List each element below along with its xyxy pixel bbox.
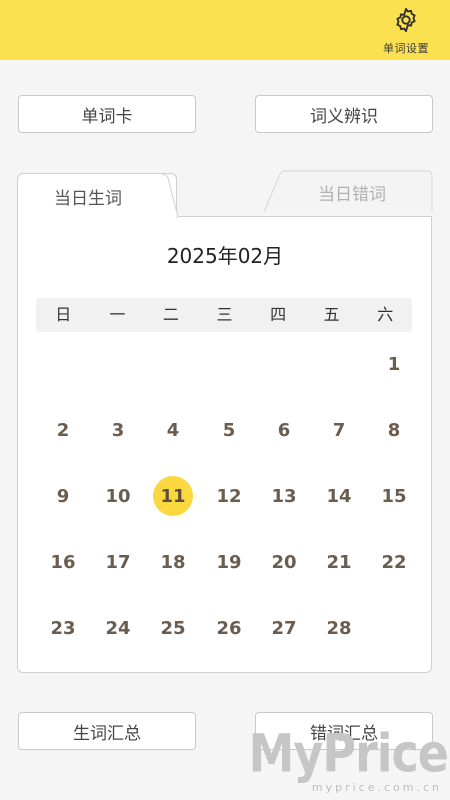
- month-title: 2025年02月: [166, 244, 284, 268]
- weekday-label: 五: [323, 305, 340, 324]
- meaning-identify-button[interactable]: 词义辨识: [255, 95, 433, 133]
- calendar-day[interactable]: 19: [209, 542, 249, 582]
- tab-active-slant: [160, 173, 179, 218]
- weekday-header: 日 一 二 三 四 五 六: [36, 298, 412, 332]
- calendar-day-selected[interactable]: 11: [153, 476, 193, 516]
- calendar-day[interactable]: 28: [319, 608, 359, 648]
- calendar-day[interactable]: 4: [153, 410, 193, 450]
- watermark-brand: MyPrice: [248, 722, 449, 785]
- calendar-day[interactable]: 15: [374, 476, 414, 516]
- top-bar: 单词设置: [0, 0, 450, 60]
- calendar-day[interactable]: 10: [98, 476, 138, 516]
- tab-daily-wrong-words[interactable]: 当日错词: [272, 172, 432, 212]
- calendar-day[interactable]: 6: [264, 410, 304, 450]
- new-words-summary-button[interactable]: 生词汇总: [18, 712, 196, 750]
- calendar-day[interactable]: 24: [98, 608, 138, 648]
- calendar-day[interactable]: 27: [264, 608, 304, 648]
- calendar-day[interactable]: 22: [374, 542, 414, 582]
- calendar-day[interactable]: 2: [43, 410, 83, 450]
- word-settings-button[interactable]: 单词设置: [376, 4, 436, 56]
- calendar-day[interactable]: 21: [319, 542, 359, 582]
- calendar-day[interactable]: 18: [153, 542, 193, 582]
- word-card-button[interactable]: 单词卡: [18, 95, 196, 133]
- weekday-label: 四: [270, 305, 287, 324]
- calendar-day[interactable]: 13: [264, 476, 304, 516]
- weekday-label: 六: [377, 305, 394, 324]
- calendar-day[interactable]: 25: [153, 608, 193, 648]
- calendar-day[interactable]: 14: [319, 476, 359, 516]
- weekday-label: 日: [55, 305, 72, 324]
- panel-top-border: [177, 216, 432, 217]
- calendar-day[interactable]: 17: [98, 542, 138, 582]
- calendar-day[interactable]: 9: [43, 476, 83, 516]
- settings-label: 单词设置: [383, 42, 429, 55]
- calendar-day[interactable]: 5: [209, 410, 249, 450]
- weekday-label: 一: [109, 305, 126, 324]
- gear-icon: [396, 7, 416, 33]
- watermark: MyPrice myprice.com.cn: [249, 722, 450, 794]
- calendar-day[interactable]: 26: [209, 608, 249, 648]
- calendar-day[interactable]: 23: [43, 608, 83, 648]
- tab-daily-new-words[interactable]: 当日生词: [17, 173, 177, 218]
- weekday-label: 三: [216, 305, 233, 324]
- calendar-day[interactable]: 16: [43, 542, 83, 582]
- weekday-label: 二: [162, 305, 179, 324]
- calendar-day[interactable]: 1: [374, 344, 414, 384]
- calendar-day[interactable]: 20: [264, 542, 304, 582]
- calendar-day[interactable]: 3: [98, 410, 138, 450]
- calendar-day[interactable]: 12: [209, 476, 249, 516]
- watermark-domain: myprice.com.cn: [311, 781, 442, 794]
- calendar-day[interactable]: 8: [374, 410, 414, 450]
- calendar-day[interactable]: 7: [319, 410, 359, 450]
